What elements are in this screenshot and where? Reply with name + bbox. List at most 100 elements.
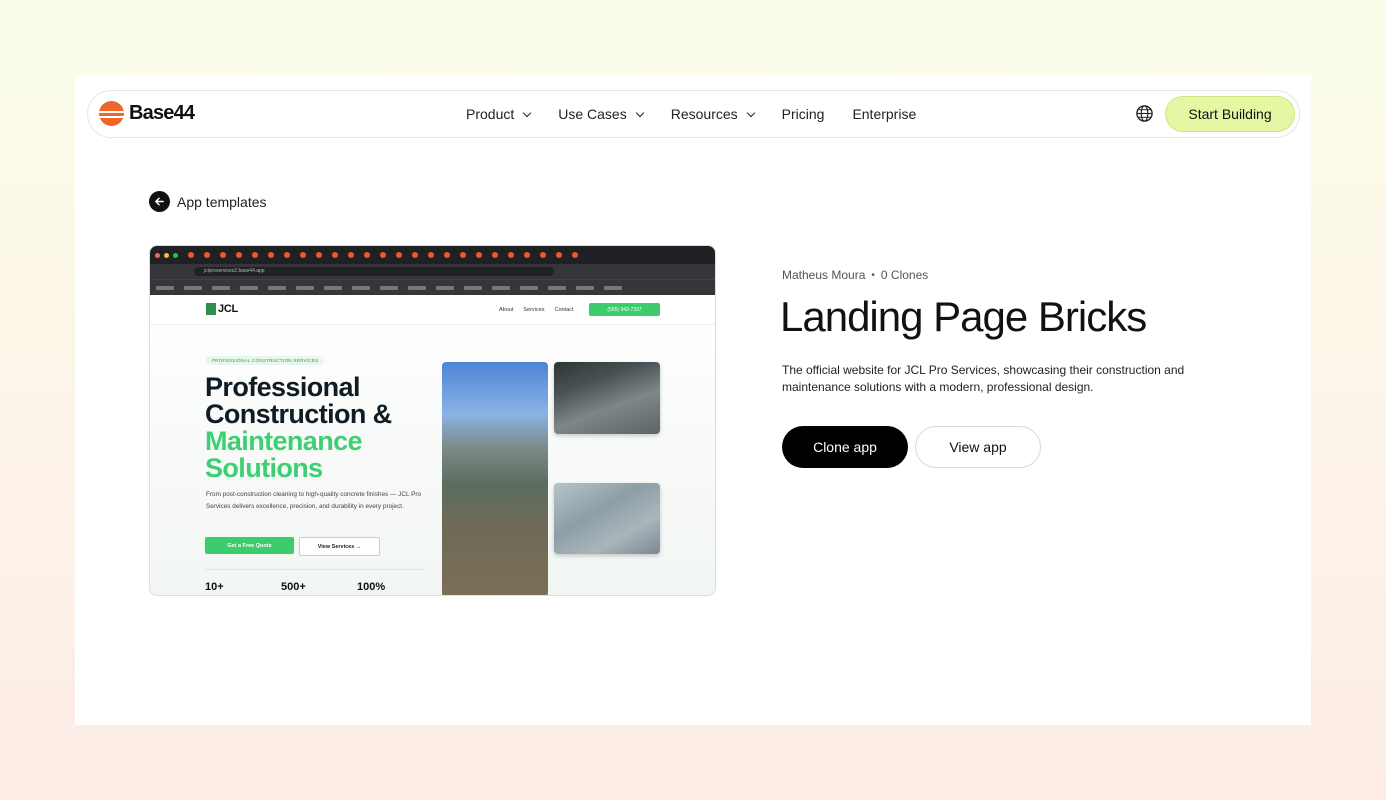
template-clones: 0 Clones <box>880 268 929 282</box>
start-building-button[interactable]: Start Building <box>1165 96 1295 132</box>
tab-favicon-icon <box>444 252 450 258</box>
bookmark-item <box>184 285 202 290</box>
stat-value: 500+ <box>281 581 306 593</box>
brand-logo[interactable]: Base44 <box>99 101 195 126</box>
site-photo-rooftop <box>554 362 660 434</box>
bookmark-item <box>408 285 426 290</box>
headline-line: Professional <box>205 372 360 402</box>
window-maximize-icon <box>173 252 178 258</box>
tab-favicon-icon <box>556 252 562 258</box>
template-meta: Matheus Moura • 0 Clones <box>782 268 928 282</box>
nav-item-label: Resources <box>670 106 738 122</box>
tab-favicon-icon <box>428 252 434 258</box>
site-nav-item: Services <box>523 307 545 313</box>
nav-item-label: Enterprise <box>852 106 917 122</box>
site-divider <box>205 569 425 570</box>
headline-line: Maintenance <box>205 426 363 456</box>
site-nav: About Services Contact <box>499 307 573 313</box>
tab-favicon-icon <box>492 252 498 258</box>
tab-favicon-icon <box>236 252 242 258</box>
nav-item-pricing[interactable]: Pricing <box>782 106 825 122</box>
nav-item-product[interactable]: Product <box>466 106 532 122</box>
brand-name: Base44 <box>129 102 195 124</box>
site-stats: 10+ 500+ 100% <box>205 581 433 593</box>
site-paragraph: From post-construction cleaning to high-… <box>206 491 422 510</box>
back-to-templates-link[interactable]: App templates <box>149 191 267 212</box>
site-logo: JCL <box>206 303 238 315</box>
tab-favicon-icon <box>188 252 194 258</box>
stat-value: 100% <box>357 581 386 593</box>
tab-favicon-icon <box>220 252 226 258</box>
bookmark-item <box>576 285 594 290</box>
template-author: Matheus Moura <box>782 268 866 282</box>
bookmark-item <box>520 285 538 290</box>
site-logo-text: JCL <box>218 303 238 315</box>
headline-line: Solutions <box>205 453 323 483</box>
site-quote-button: Get a Free Quote <box>205 537 294 554</box>
nav-item-use-cases[interactable]: Use Cases <box>558 106 644 122</box>
site-phone-button: (555) 343-7337 <box>589 303 660 316</box>
base44-logo-icon <box>99 101 124 126</box>
arrow-left-icon <box>149 191 170 212</box>
tab-favicon-icon <box>412 252 418 258</box>
browser-address-row: jclproservices2.base44.app <box>150 264 715 279</box>
stat-value: 10+ <box>205 581 224 593</box>
template-description: The official website for JCL Pro Service… <box>782 363 1185 394</box>
site-header: JCL About Services Contact (555) 343-733… <box>150 295 715 325</box>
site-headline: Professional Construction & Maintenance … <box>205 374 392 482</box>
tab-favicon-icon <box>524 252 530 258</box>
site-nav-item: Contact <box>554 307 574 313</box>
tab-favicon-icon <box>332 252 338 258</box>
site-badge: PROFESSIONAL CONSTRUCTION SERVICES <box>206 356 325 365</box>
tab-favicon-icon <box>316 252 322 258</box>
nav-item-resources[interactable]: Resources <box>670 106 755 122</box>
bookmark-item <box>436 285 454 290</box>
bookmark-item <box>380 285 398 290</box>
bookmark-item <box>156 285 174 290</box>
chevron-down-icon <box>746 108 755 117</box>
bookmark-item <box>240 285 258 290</box>
top-navbar: Base44 Product Use Cases Resources Prici… <box>87 90 1300 138</box>
main-menu: Product Use Cases Resources Pricing Ente… <box>466 91 944 137</box>
app-preview-screenshot: jclproservices2.base44.app JCL About Ser… <box>149 245 716 596</box>
tab-favicon-icon <box>348 252 354 258</box>
nav-item-label: Product <box>466 106 515 122</box>
tab-favicon-icon <box>508 252 514 258</box>
tab-favicon-icon <box>380 252 386 258</box>
tab-favicon-icon <box>572 252 578 258</box>
jcl-logo-icon <box>206 303 216 315</box>
chevron-down-icon <box>635 108 644 117</box>
nav-item-enterprise[interactable]: Enterprise <box>852 106 916 122</box>
chevron-down-icon <box>523 108 532 117</box>
bookmark-item <box>352 285 370 290</box>
nav-item-label: Use Cases <box>558 106 627 122</box>
tab-favicon-icon <box>300 252 306 258</box>
bookmark-item <box>212 285 230 290</box>
tab-favicon-icon <box>476 252 482 258</box>
window-minimize-icon <box>164 252 169 258</box>
browser-url: jclproservices2.base44.app <box>194 267 554 276</box>
back-link-label: App templates <box>177 193 267 210</box>
tab-favicon-icon <box>364 252 370 258</box>
clone-app-button[interactable]: Clone app <box>782 426 908 468</box>
bookmark-item <box>604 285 622 290</box>
site-services-button: View Services → <box>299 537 380 556</box>
bookmark-item <box>492 285 510 290</box>
tab-favicon-icon <box>268 252 274 258</box>
browser-chrome: jclproservices2.base44.app <box>150 246 715 295</box>
page-frame: Base44 Product Use Cases Resources Prici… <box>75 75 1311 725</box>
bookmark-item <box>268 285 286 290</box>
site-preview: JCL About Services Contact (555) 343-733… <box>150 295 715 595</box>
bookmark-item <box>464 285 482 290</box>
view-app-button[interactable]: View app <box>915 426 1041 468</box>
tab-favicon-icon <box>204 252 210 258</box>
globe-icon[interactable] <box>1135 104 1154 123</box>
tab-favicon-icon <box>284 252 290 258</box>
bookmark-item <box>296 285 314 290</box>
bookmark-item <box>324 285 342 290</box>
headline-line: Construction & <box>205 399 392 429</box>
tab-favicon-icon <box>540 252 546 258</box>
site-nav-item: About <box>499 307 514 313</box>
site-photo-building <box>442 362 548 595</box>
tab-favicon-icon <box>460 252 466 258</box>
